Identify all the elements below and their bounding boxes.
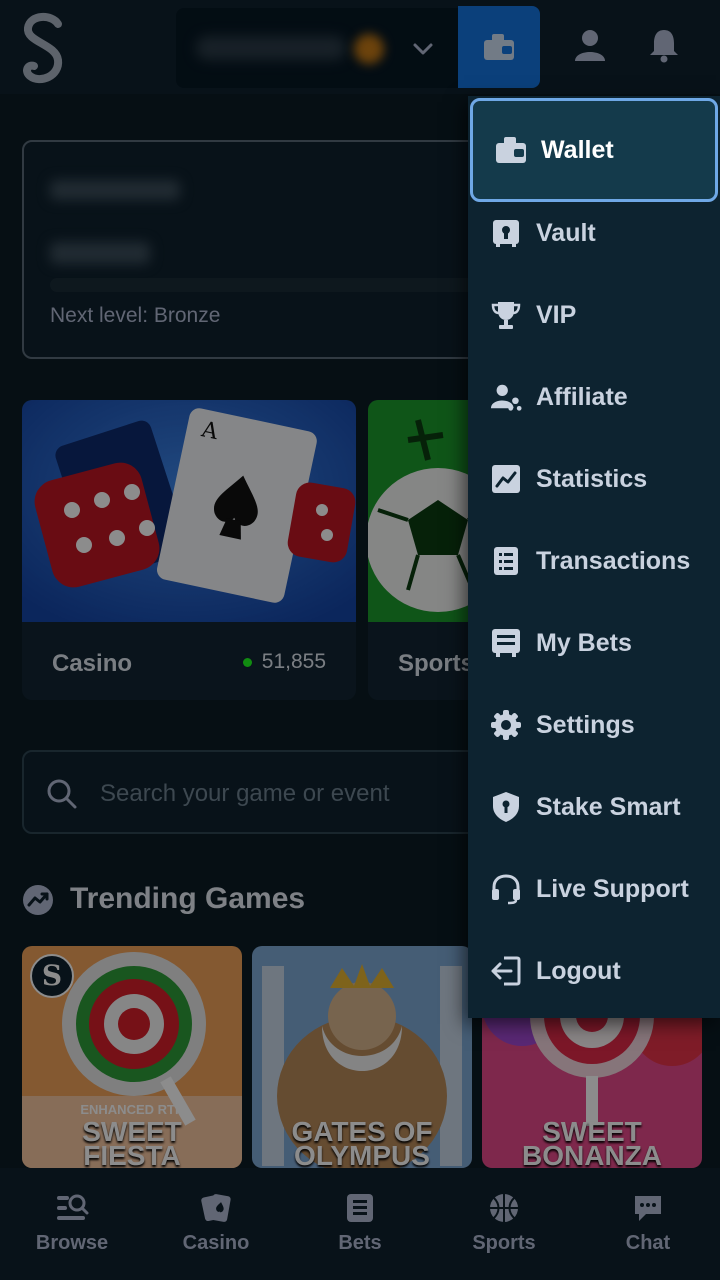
- sports-label: Sports: [398, 650, 475, 677]
- user-icon[interactable]: [572, 27, 608, 63]
- cards-icon: [201, 1194, 231, 1222]
- username: [50, 180, 180, 200]
- bets-icon: [492, 629, 520, 657]
- shield-icon: [493, 792, 519, 822]
- progress-percentage: [50, 242, 150, 264]
- browse-icon: [57, 1194, 89, 1220]
- wallet-icon: [484, 34, 514, 60]
- menu-item-statistics[interactable]: Statistics: [468, 438, 720, 520]
- vip-progress-bar: [50, 278, 490, 292]
- trending-icon: [23, 885, 53, 915]
- bottom-navigation: Browse Casino Bets Sports Chat: [0, 1168, 720, 1280]
- menu-item-wallet[interactable]: Wallet: [470, 98, 718, 202]
- affiliate-icon: [490, 384, 522, 411]
- basketball-icon: [490, 1194, 518, 1222]
- stake-logo[interactable]: [18, 10, 70, 86]
- nav-casino[interactable]: Casino: [144, 1168, 288, 1280]
- menu-item-transactions[interactable]: Transactions: [468, 520, 720, 602]
- list-icon: [494, 547, 518, 575]
- search-placeholder: Search your game or event: [100, 780, 390, 807]
- gear-icon: [491, 710, 521, 740]
- online-dot-icon: [242, 657, 252, 667]
- user-dropdown-menu: Wallet Vault VIP Affiliate Statistics Tr…: [468, 96, 720, 1018]
- logout-icon: [491, 956, 521, 986]
- next-level-text: Next level: Bronze: [50, 304, 221, 327]
- game-title: GATES OF OLYMPUS: [291, 1116, 433, 1169]
- game-card-sweet-fiesta[interactable]: S ENHANCED RTP SWEET FIESTA: [22, 946, 242, 1168]
- trending-games-title: Trending Games: [70, 882, 306, 915]
- menu-item-affiliate[interactable]: Affiliate: [468, 356, 720, 438]
- chart-icon: [492, 465, 520, 493]
- currency-icon: [354, 34, 384, 64]
- menu-item-my-bets[interactable]: My Bets: [468, 602, 720, 684]
- chat-icon: [635, 1196, 661, 1221]
- casino-category-card[interactable]: A Casino 51,855: [22, 400, 356, 700]
- nav-browse[interactable]: Browse: [0, 1168, 144, 1280]
- casino-banner-image: A: [22, 400, 356, 622]
- stake-original-badge: S: [30, 954, 74, 998]
- game-card-gates-of-olympus[interactable]: GATES OF OLYMPUS: [252, 946, 472, 1168]
- nav-bets[interactable]: Bets: [288, 1168, 432, 1280]
- game-title: SWEET FIESTA: [82, 1116, 182, 1169]
- bets-list-icon: [347, 1194, 373, 1222]
- wallet-button[interactable]: [458, 6, 540, 88]
- menu-item-vip[interactable]: VIP: [468, 274, 720, 356]
- casino-player-count: 51,855: [242, 650, 326, 674]
- vip-progress-card[interactable]: Next level: Bronze: [22, 140, 502, 359]
- wallet-icon: [496, 137, 526, 163]
- vault-icon: [493, 220, 519, 247]
- game-title: SWEET BONANZA: [522, 1116, 662, 1169]
- balance-selector[interactable]: [176, 8, 458, 88]
- casino-label: Casino: [52, 650, 133, 677]
- menu-item-vault[interactable]: Vault: [468, 192, 720, 274]
- headset-icon: [492, 874, 520, 905]
- game-subtitle: ENHANCED RTP: [80, 1102, 184, 1117]
- trophy-icon: [491, 302, 521, 329]
- menu-item-logout[interactable]: Logout: [468, 930, 720, 1012]
- search-input[interactable]: Search your game or event: [22, 750, 502, 834]
- menu-item-live-support[interactable]: Live Support: [468, 848, 720, 930]
- top-header: [0, 0, 720, 94]
- balance-amount: [196, 36, 346, 60]
- nav-chat[interactable]: Chat: [576, 1168, 720, 1280]
- menu-item-settings[interactable]: Settings: [468, 684, 720, 766]
- menu-item-stake-smart[interactable]: Stake Smart: [468, 766, 720, 848]
- nav-sports[interactable]: Sports: [432, 1168, 576, 1280]
- search-icon: [47, 779, 77, 809]
- bell-icon[interactable]: [646, 27, 682, 63]
- chevron-down-icon[interactable]: [412, 38, 434, 60]
